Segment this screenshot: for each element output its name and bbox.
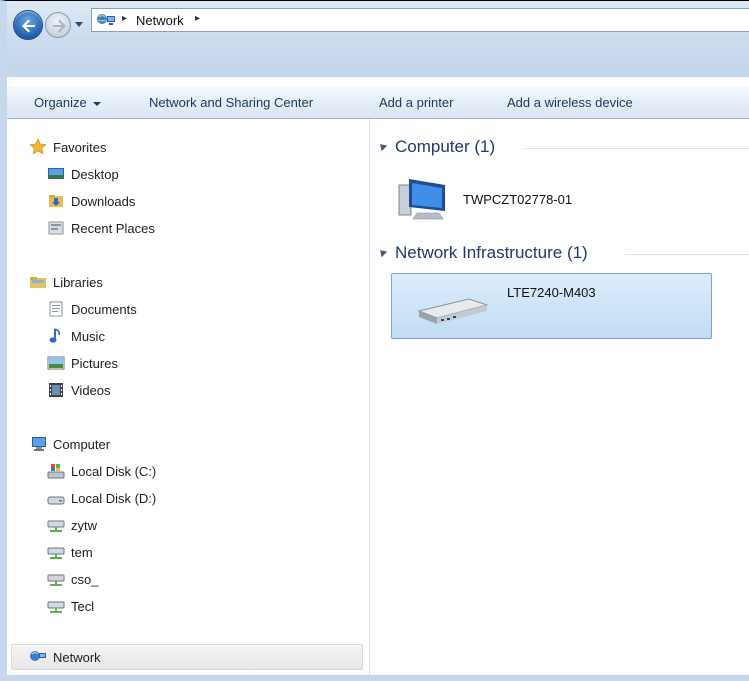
sidebar-item-label: Local Disk (D:) <box>71 490 157 506</box>
address-bar[interactable]: ▸ Network ▸ <box>91 8 749 32</box>
sidebar-item-network[interactable]: Network <box>29 646 101 668</box>
collapse-triangle-icon <box>377 247 388 258</box>
computer-icon <box>32 437 46 451</box>
pictures-icon <box>47 356 65 370</box>
recent-places-icon <box>48 221 64 235</box>
downloads-folder-icon <box>49 195 63 207</box>
sidebar-item-label: Libraries <box>53 274 103 290</box>
sidebar-item-label: Documents <box>71 301 137 317</box>
sidebar-item-share-2[interactable]: tem <box>47 541 93 563</box>
network-icon <box>97 14 115 25</box>
network-drive-icon <box>47 574 65 586</box>
computer-icon <box>398 179 445 220</box>
add-printer-button[interactable]: Add a printer <box>379 95 453 110</box>
sidebar-item-label: Recent Places <box>71 220 155 236</box>
group-header-label: Network Infrastructure (1) <box>395 243 588 262</box>
sidebar-item-documents[interactable]: Documents <box>47 298 137 320</box>
organize-label: Organize <box>34 95 87 110</box>
network-device-label: LTE7240-M403 <box>507 284 596 300</box>
music-note-icon <box>49 328 61 343</box>
group-divider <box>523 148 749 149</box>
sidebar-item-share-4[interactable]: Tecl <box>47 595 94 617</box>
star-icon <box>29 138 47 155</box>
group-divider <box>625 254 749 255</box>
network-icon <box>30 651 46 661</box>
group-header-network-infrastructure[interactable]: Network Infrastructure (1) <box>377 243 588 263</box>
address-row <box>7 41 749 77</box>
group-header-label: Computer (1) <box>395 137 496 156</box>
breadcrumb-network[interactable]: Network <box>136 13 184 28</box>
sidebar-item-label: Music <box>71 328 105 344</box>
organize-button[interactable]: Organize <box>34 95 101 110</box>
sidebar-item-desktop[interactable]: Desktop <box>47 163 119 185</box>
sidebar-item-computer[interactable]: Computer <box>29 433 110 455</box>
sidebar-item-label: Local Disk (C:) <box>71 463 157 479</box>
network-drive-icon <box>47 601 65 613</box>
router-icon <box>417 298 489 324</box>
add-wireless-device-button[interactable]: Add a wireless device <box>507 95 633 110</box>
network-device-item[interactable]: LTE7240-M403 <box>411 285 596 329</box>
drive-icon <box>47 496 65 505</box>
libraries-icon <box>30 277 46 288</box>
sidebar-item-local-disk-c[interactable]: Local Disk (C:) <box>47 460 156 482</box>
network-drive-icon <box>47 520 65 532</box>
sidebar-item-downloads[interactable]: Downloads <box>47 190 135 212</box>
collapse-triangle-icon <box>377 141 388 152</box>
sidebar-item-label: Videos <box>71 382 111 398</box>
document-icon <box>49 301 63 317</box>
sidebar-item-label: Favorites <box>53 139 107 155</box>
sidebar-item-recent-places[interactable]: Recent Places <box>47 217 155 239</box>
breadcrumb-separator[interactable]: ▸ <box>122 13 127 24</box>
computer-item-label: TWPCZT02778-01 <box>463 191 573 207</box>
sidebar-item-share-3[interactable]: cso_ <box>47 568 98 590</box>
computer-item[interactable]: TWPCZT02778-01 <box>395 175 572 227</box>
sidebar-item-label: Pictures <box>71 355 118 371</box>
network-sharing-center-button[interactable]: Network and Sharing Center <box>149 95 313 110</box>
sidebar-item-label: tem <box>71 544 93 560</box>
desktop-icon <box>48 168 64 179</box>
sidebar-item-music[interactable]: Music <box>47 325 105 347</box>
forward-button[interactable] <box>45 12 71 38</box>
navigation-pane: Favorites Desktop Downloads Recent Place… <box>7 119 370 675</box>
system-drive-icon <box>47 464 65 479</box>
arrow-right-icon <box>53 19 66 33</box>
sidebar-item-local-disk-d[interactable]: Local Disk (D:) <box>47 487 156 509</box>
sidebar-item-label: Computer <box>53 436 111 452</box>
sidebar-item-libraries[interactable]: Libraries <box>29 271 103 293</box>
back-button[interactable] <box>13 10 43 40</box>
sidebar-item-label: cso_ <box>71 571 99 587</box>
sidebar-item-videos[interactable]: Videos <box>47 379 111 401</box>
film-icon <box>49 383 63 397</box>
group-header-computer[interactable]: Computer (1) <box>377 137 496 157</box>
sidebar-item-label: zytw <box>71 517 97 533</box>
breadcrumb-separator[interactable]: ▸ <box>195 13 200 24</box>
recent-pages-dropdown-icon[interactable] <box>74 19 84 29</box>
arrow-left-icon <box>22 19 35 33</box>
sidebar-item-pictures[interactable]: Pictures <box>47 352 118 374</box>
network-drive-icon <box>47 547 65 559</box>
sidebar-item-label: Downloads <box>71 193 136 209</box>
chevron-down-icon <box>92 101 101 106</box>
sidebar-item-label: Network <box>53 649 101 665</box>
sidebar-item-share-1[interactable]: zytw <box>47 514 97 536</box>
sidebar-item-label: Tecl <box>71 598 95 614</box>
sidebar-item-favorites[interactable]: Favorites <box>29 136 106 158</box>
explorer-window: ▸ Network ▸ Organize Network and Sharing… <box>0 0 749 681</box>
sidebar-item-label: Desktop <box>71 166 119 182</box>
content-pane: Computer (1) TWPCZT02778-01 Network Infr… <box>371 119 749 675</box>
command-bar: Organize Network and Sharing Center Add … <box>7 86 749 119</box>
